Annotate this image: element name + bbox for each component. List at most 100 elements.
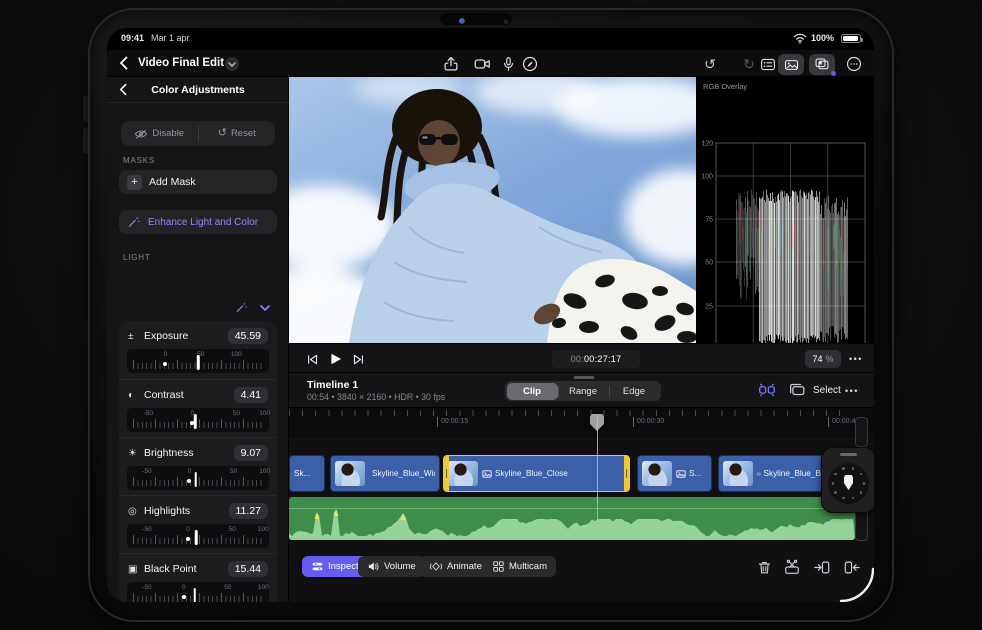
multicam-button[interactable]: Multicam xyxy=(483,556,557,577)
timecode-value: 00:27:17 xyxy=(583,354,622,364)
slider-thumb[interactable] xyxy=(194,414,197,429)
slider-label: Exposure xyxy=(144,330,189,342)
ipad-screen: 09:41 Mar 1 apr 100% Video Final Edit ↺ … xyxy=(107,28,874,602)
slider-label: Contrast xyxy=(144,389,184,401)
slider-ruler[interactable]: -50 0 50 100 xyxy=(127,524,269,548)
clip-trim-handle-left[interactable] xyxy=(444,456,449,491)
slider-thumb[interactable] xyxy=(193,588,196,602)
insert-clip-icon[interactable] xyxy=(813,558,831,576)
timeline-vscroll-upper[interactable] xyxy=(855,417,868,447)
grid-icon xyxy=(493,561,504,572)
timeline-more-icon[interactable]: ••• xyxy=(845,386,859,396)
enhance-light-color-button[interactable]: Enhance Light and Color xyxy=(119,210,277,234)
viewer-zoom-control[interactable]: 74% xyxy=(805,350,841,368)
ruler-timestamp: 00:00:15 xyxy=(437,417,468,427)
light-collapse-chevron-icon[interactable] xyxy=(260,304,270,311)
jog-wheel[interactable] xyxy=(821,447,874,513)
next-frame-icon[interactable] xyxy=(349,349,369,369)
slider-default-dot xyxy=(181,595,186,599)
clip-trim-handle-right[interactable] xyxy=(624,456,629,491)
light-auto-wand-icon[interactable] xyxy=(235,301,248,314)
previous-frame-icon[interactable] xyxy=(302,349,322,369)
mode-clip[interactable]: Clip xyxy=(506,382,558,400)
record-audio-mic-icon[interactable] xyxy=(498,54,518,74)
back-chevron-icon[interactable] xyxy=(119,56,128,70)
timeline-ruler[interactable]: 00:00:15 00:00:30 00:00:45 xyxy=(289,408,874,438)
slider-value-field[interactable]: 45.59 xyxy=(227,328,268,344)
pencil-nib-icon xyxy=(844,475,853,490)
timecode-display: 00: 00:27:17 xyxy=(552,350,640,368)
animate-button[interactable]: Animate xyxy=(420,556,491,577)
svg-text:25: 25 xyxy=(705,304,713,311)
viewer-preview[interactable] xyxy=(289,77,696,343)
slider-ruler[interactable]: -50 0 50 100 xyxy=(127,466,270,490)
record-video-icon[interactable] xyxy=(472,54,492,74)
more-options-icon[interactable] xyxy=(844,54,864,74)
delete-icon[interactable] xyxy=(755,558,773,576)
split-blade-icon[interactable] xyxy=(783,558,801,576)
reset-button[interactable]: ↺ Reset xyxy=(199,121,276,146)
svg-text:100: 100 xyxy=(701,174,713,181)
mode-range[interactable]: Range xyxy=(557,383,609,400)
slider-default-dot xyxy=(163,362,168,366)
clip-overlap-icon[interactable] xyxy=(787,381,807,398)
redo-icon[interactable]: ↻ xyxy=(739,54,759,74)
slider-value-field[interactable]: 15.44 xyxy=(227,561,268,577)
video-clip-s[interactable]: S... xyxy=(637,455,712,492)
slider-value-field[interactable]: 11.27 xyxy=(228,503,268,519)
slider-ruler[interactable]: -50 0 50 100 xyxy=(127,408,270,432)
front-camera-lens-icon xyxy=(459,18,465,24)
project-title[interactable]: Video Final Edit xyxy=(138,57,224,69)
date: Mar 1 apr xyxy=(151,33,190,43)
play-icon[interactable] xyxy=(325,349,345,369)
magnetic-timeline-icon[interactable] xyxy=(757,381,777,398)
undo-icon[interactable]: ↺ xyxy=(700,54,720,74)
eye-slash-icon xyxy=(135,129,148,139)
screen-corner-highlight xyxy=(837,565,874,602)
video-clip-skyline_blue_close[interactable]: Skyline_Blue_Close xyxy=(443,455,630,492)
svg-text:120: 120 xyxy=(701,141,713,148)
svg-text:50: 50 xyxy=(705,260,713,267)
slider-thumb[interactable] xyxy=(196,355,200,370)
audio-clip[interactable] xyxy=(289,497,855,540)
slider-thumb[interactable] xyxy=(194,530,198,545)
slider-ruler[interactable]: -50 0 50 100 xyxy=(127,582,269,602)
status-bar: 09:41 Mar 1 apr 100% xyxy=(107,28,874,50)
jog-dial[interactable] xyxy=(828,463,869,504)
battery-icon xyxy=(841,34,863,43)
project-title-dropdown[interactable] xyxy=(225,57,239,71)
volume-button[interactable]: Volume xyxy=(358,556,425,577)
timeline-meta: 00:54 • 3840 × 2160 • HDR • 30 fps xyxy=(307,392,446,402)
effects-browser-icon[interactable] xyxy=(809,54,836,76)
color-adjustments-panel: Color Adjustments Disable ↺ Reset MASKS … xyxy=(107,77,289,602)
light-section-label: LIGHT xyxy=(123,253,151,262)
clock: 09:41 xyxy=(121,33,145,43)
clip-thumbnail xyxy=(723,461,753,486)
panel-title: Color Adjustments xyxy=(151,84,245,96)
playhead-line[interactable] xyxy=(596,416,598,540)
slider-value-field[interactable]: 9.07 xyxy=(233,445,268,461)
wifi-icon xyxy=(793,33,807,44)
timecode-hours: 00: xyxy=(570,354,584,364)
video-clip-skyline_blue_wide[interactable]: Skyline_Blue_Wide xyxy=(330,455,440,492)
slider-value-field[interactable]: 4.41 xyxy=(233,387,268,403)
video-clip-sk[interactable]: Sk... xyxy=(289,455,325,492)
add-mask-button[interactable]: + Add Mask xyxy=(119,170,277,194)
select-tool-label[interactable]: Select xyxy=(813,385,841,396)
slider-ruler[interactable]: 0 50 100 xyxy=(127,349,269,373)
jog-handle[interactable] xyxy=(840,453,857,456)
annotate-pencil-icon[interactable] xyxy=(520,54,540,74)
disable-button[interactable]: Disable xyxy=(121,121,198,146)
resize-handle[interactable] xyxy=(574,376,594,379)
adjustment-slider-contrast: ◐ Contrast 4.41 -50 0 50 100 xyxy=(119,379,277,437)
app-toolbar: Video Final Edit ↺ ↻ xyxy=(107,50,874,77)
viewer-more-icon[interactable]: ••• xyxy=(849,354,863,364)
adjustment-slider-exposure: ± Exposure 45.59 0 50 100 xyxy=(119,321,277,379)
media-browser-icon[interactable] xyxy=(778,54,804,75)
clip-name: Sk... xyxy=(294,469,311,478)
slider-thumb[interactable] xyxy=(194,472,198,487)
mode-edge[interactable]: Edge xyxy=(608,383,660,400)
share-export-icon[interactable] xyxy=(441,54,461,74)
inspector-panel-icon[interactable] xyxy=(758,54,778,74)
slider-icon: ▣ xyxy=(128,563,138,575)
